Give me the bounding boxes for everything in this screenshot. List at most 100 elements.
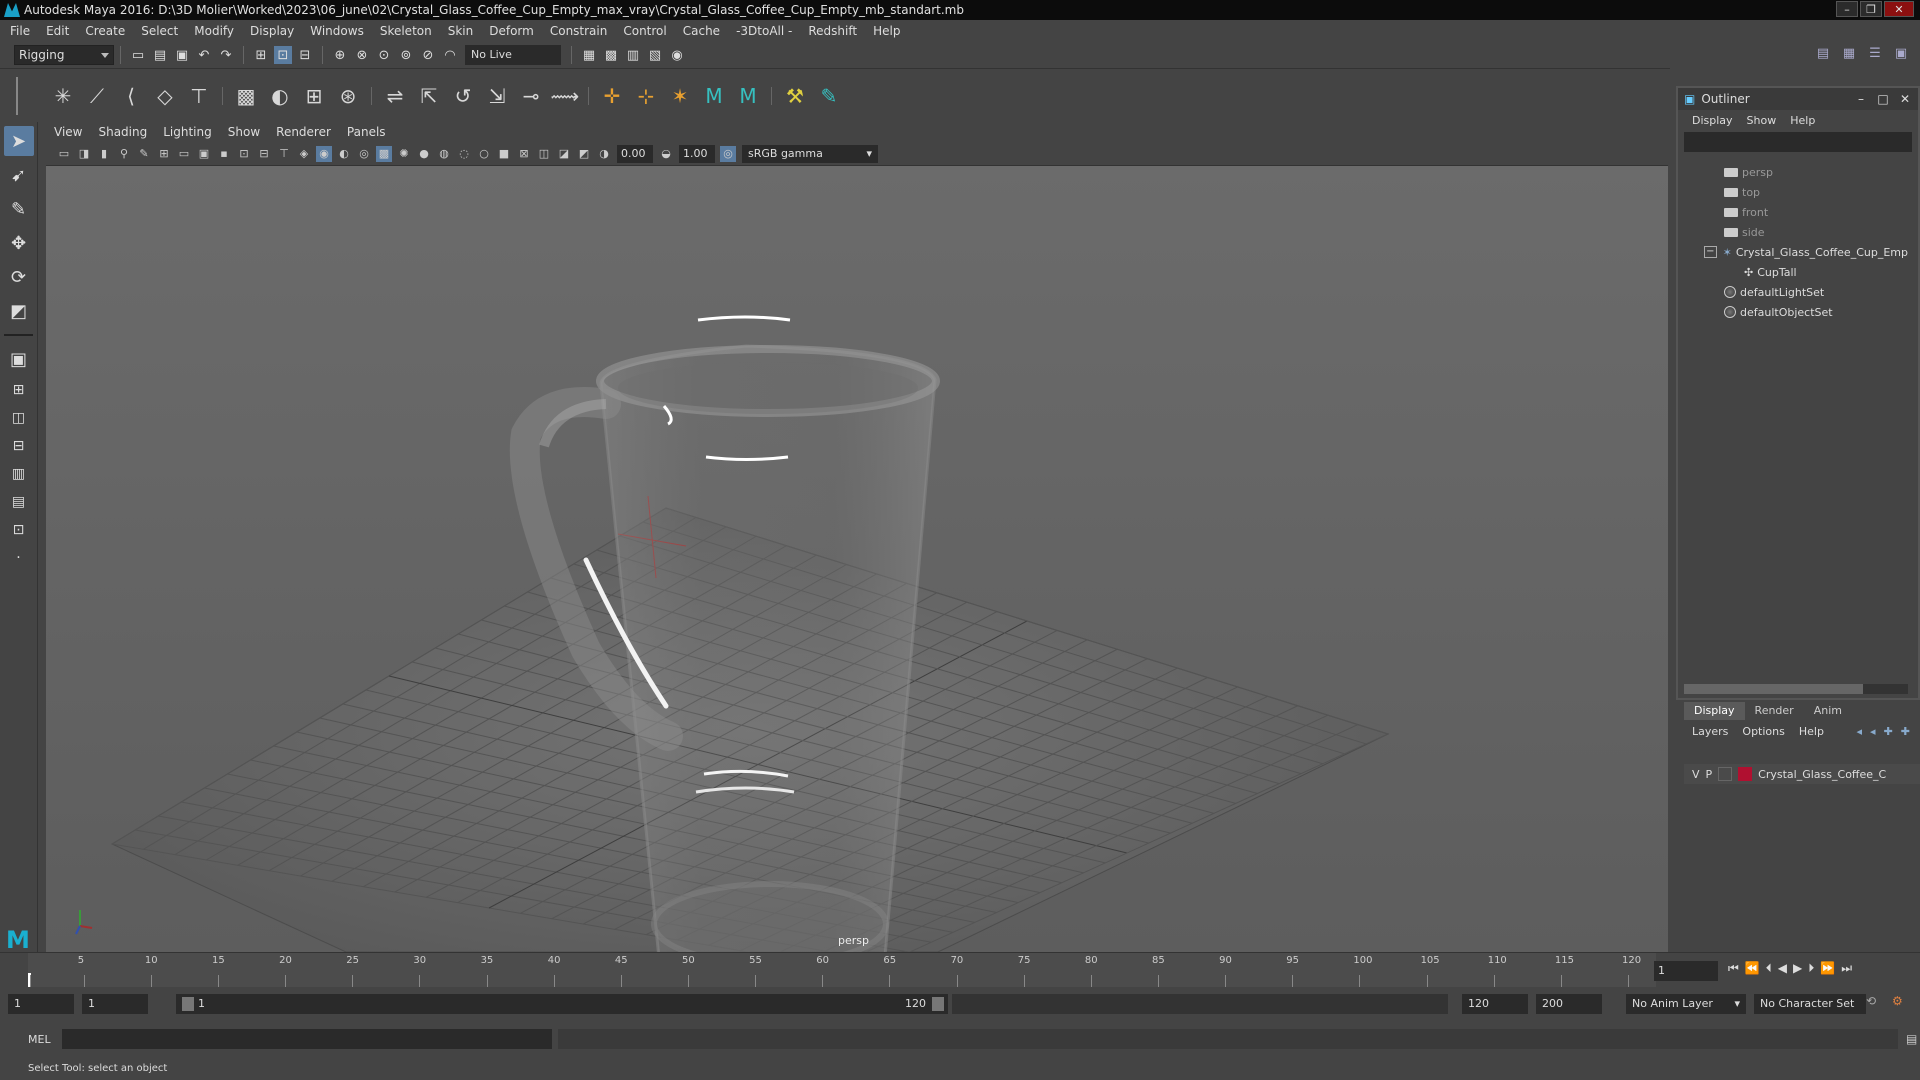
safe-title-icon[interactable]: ⊤ xyxy=(276,146,292,162)
paint-weights-icon[interactable]: ◐ xyxy=(265,81,295,111)
tab-render[interactable]: Render xyxy=(1745,702,1804,720)
film-gate-icon[interactable]: ▭ xyxy=(176,146,192,162)
outliner-item-side[interactable]: side xyxy=(1684,222,1908,242)
select-hierarchy-icon[interactable]: ⊞ xyxy=(252,46,270,64)
open-scene-icon[interactable]: ▤ xyxy=(151,46,169,64)
layer-color-swatch[interactable] xyxy=(1738,767,1753,781)
skin-tool-icon[interactable]: ⚒ xyxy=(780,81,810,111)
paint-select-icon[interactable]: ✎ xyxy=(4,194,34,224)
persp-graph-icon[interactable]: ⊟ xyxy=(4,434,34,458)
outliner-menu-show[interactable]: Show xyxy=(1747,114,1777,127)
panel-menu-lighting[interactable]: Lighting xyxy=(163,125,212,139)
anim-end-field[interactable]: 200 xyxy=(1536,994,1602,1014)
close-button[interactable]: ✕ xyxy=(1884,1,1914,17)
step-forward-frame-icon[interactable]: ⏵ xyxy=(1808,961,1814,976)
menu-redshift[interactable]: Redshift xyxy=(808,24,857,38)
gamma-field[interactable]: 1.00 xyxy=(679,144,715,163)
outliner-close-button[interactable]: ✕ xyxy=(1896,92,1914,106)
menu-skeleton[interactable]: Skeleton xyxy=(380,24,432,38)
grease-pencil-icon[interactable]: ✎ xyxy=(136,146,152,162)
motion-blur-icon[interactable]: ◌ xyxy=(456,146,472,162)
playback-end-field[interactable]: 120 xyxy=(1462,994,1528,1014)
play-forward-icon[interactable]: ▶ xyxy=(1793,961,1802,976)
play-backward-icon[interactable]: ◀ xyxy=(1778,961,1787,976)
ipr-render-icon[interactable]: ▥ xyxy=(624,46,642,64)
panel-menu-panels[interactable]: Panels xyxy=(347,125,386,139)
tab-display[interactable]: Display xyxy=(1684,702,1745,720)
outliner-item-default-object-set[interactable]: defaultObjectSet xyxy=(1684,302,1908,322)
exposure-icon[interactable]: ◑ xyxy=(596,146,612,162)
menu-deform[interactable]: Deform xyxy=(489,24,534,38)
aim-constraint-icon[interactable]: ⊸ xyxy=(516,81,546,111)
move-tool-icon[interactable]: ✥ xyxy=(4,228,34,258)
hik-source-icon[interactable]: M xyxy=(699,81,729,111)
go-to-start-icon[interactable]: ⏮ xyxy=(1728,961,1739,976)
options-menu[interactable]: Options xyxy=(1742,725,1784,738)
locator-icon[interactable]: ✛ xyxy=(597,81,627,111)
four-view-icon[interactable]: ⊞ xyxy=(4,378,34,402)
time-ruler[interactable]: 5 10 15 20 25 30 35 40 45 50 55 60 65 70 75 80 85 90 95 100… xyxy=(28,953,1656,987)
time-slider[interactable]: 5 10 15 20 25 30 35 40 45 50 55 60 65 70 75 80 85 90 95 100… xyxy=(0,952,1920,988)
ik-spline-icon[interactable]: ⟨ xyxy=(116,81,146,111)
view-transform-dropdown[interactable]: sRGB gamma ▾ xyxy=(742,144,878,163)
gamma-icon[interactable]: ◒ xyxy=(658,146,674,162)
single-view-icon[interactable]: ▣ xyxy=(4,344,34,374)
anti-aliasing-icon[interactable]: ○ xyxy=(476,146,492,162)
insert-joint-icon[interactable]: ◇ xyxy=(150,81,180,111)
new-scene-icon[interactable]: ▭ xyxy=(129,46,147,64)
select-component-icon[interactable]: ⊟ xyxy=(296,46,314,64)
camera-attributes-icon[interactable]: ▭ xyxy=(56,146,72,162)
hypershade-icon[interactable]: ◉ xyxy=(668,46,686,64)
minimize-button[interactable]: – xyxy=(1836,1,1858,17)
depth-of-field-icon[interactable]: ■ xyxy=(496,146,512,162)
menu-windows[interactable]: Windows xyxy=(310,24,364,38)
redo-icon[interactable]: ↷ xyxy=(217,46,235,64)
lattice-icon[interactable]: ⊞ xyxy=(299,81,329,111)
character-icon[interactable]: ✶ xyxy=(665,81,695,111)
safe-action-icon[interactable]: ⊟ xyxy=(256,146,272,162)
viewport-persp[interactable]: persp xyxy=(46,166,1668,952)
menu-cache[interactable]: Cache xyxy=(683,24,720,38)
command-input[interactable] xyxy=(62,1029,552,1049)
select-object-icon[interactable]: ⊡ xyxy=(274,46,292,64)
outliner-item-default-light-set[interactable]: defaultLightSet xyxy=(1684,282,1908,302)
xray-icon[interactable]: ◫ xyxy=(536,146,552,162)
render-settings-icon[interactable]: ▦ xyxy=(580,46,598,64)
field-chart-icon[interactable]: ⊡ xyxy=(236,146,252,162)
xray-components-icon[interactable]: ◩ xyxy=(576,146,592,162)
image-plane-icon[interactable]: ▮ xyxy=(96,146,112,162)
outliner-maximize-button[interactable]: □ xyxy=(1874,92,1892,106)
move-layer-down-icon[interactable]: ◂ xyxy=(1870,725,1876,738)
make-live-icon[interactable]: ◠ xyxy=(441,46,459,64)
point-constraint-icon[interactable]: ⇱ xyxy=(414,81,444,111)
preferences-icon[interactable]: ⚙ xyxy=(1892,994,1903,1008)
script-editor-icon[interactable]: ▤ xyxy=(1906,1032,1917,1046)
channel-box-icon[interactable]: ▣ xyxy=(1892,44,1910,62)
range-start-handle[interactable] xyxy=(182,997,194,1011)
humanik-icon[interactable]: ⊤ xyxy=(184,81,214,111)
step-forward-key-icon[interactable]: ⏩ xyxy=(1820,961,1835,976)
layer-row[interactable]: V P Crystal_Glass_Coffee_C xyxy=(1684,764,1920,784)
anim-start-field[interactable]: 1 xyxy=(8,994,74,1014)
outliner-item-persp[interactable]: persp xyxy=(1684,162,1908,182)
panel-menu-shading[interactable]: Shading xyxy=(98,125,147,139)
rotate-tool-icon[interactable]: ⟳ xyxy=(4,262,34,292)
layer-playback-toggle[interactable]: P xyxy=(1706,768,1713,781)
step-back-frame-icon[interactable]: ⏴ xyxy=(1766,961,1772,976)
snap-view-icon[interactable]: ⊚ xyxy=(397,46,415,64)
persp-outliner-icon[interactable]: ▥ xyxy=(4,462,34,486)
outliner-item-group[interactable]: − ✶ Crystal_Glass_Coffee_Cup_Emp xyxy=(1684,242,1908,262)
menu-create[interactable]: Create xyxy=(85,24,125,38)
anim-layer-dropdown[interactable]: No Anim Layer ▾ xyxy=(1626,994,1746,1014)
tab-anim[interactable]: Anim xyxy=(1804,702,1852,720)
range-end-handle[interactable] xyxy=(932,997,944,1011)
textured-icon[interactable]: ▩ xyxy=(376,145,392,162)
menu-set-dropdown[interactable]: Rigging xyxy=(14,45,114,65)
menu-constrain[interactable]: Constrain xyxy=(550,24,608,38)
smooth-shade-icon[interactable]: ◉ xyxy=(316,145,332,162)
menu-modify[interactable]: Modify xyxy=(194,24,234,38)
two-d-pan-icon[interactable]: ⚲ xyxy=(116,146,132,162)
outliner-menu-display[interactable]: Display xyxy=(1692,114,1733,127)
wireframe-icon[interactable]: ◈ xyxy=(296,146,312,162)
playback-start-field[interactable]: 1 xyxy=(82,994,148,1014)
